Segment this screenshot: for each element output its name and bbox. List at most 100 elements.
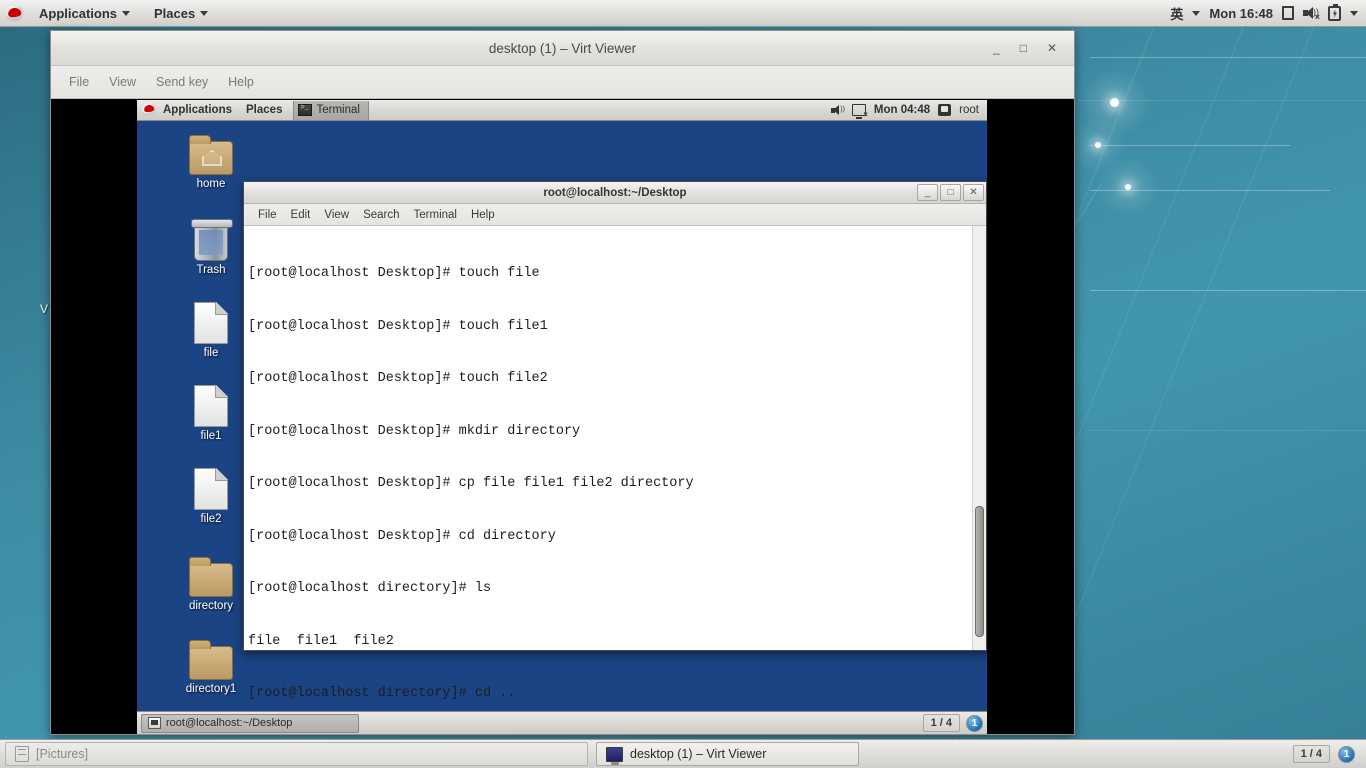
terminal-titlebar[interactable]: root@localhost:~/Desktop _ □ ✕ [244, 182, 986, 204]
terminal-output[interactable]: [root@localhost Desktop]# touch file [ro… [244, 226, 972, 701]
terminal-maximize-button[interactable]: □ [940, 184, 961, 201]
host-workspace-indicator[interactable]: 1 / 4 [1292, 745, 1330, 763]
wallpaper-dot [1110, 98, 1119, 107]
speaker-muted-icon[interactable]: )) × [1303, 6, 1320, 22]
battery-charging-icon[interactable] [1328, 3, 1341, 21]
document-icon [170, 299, 252, 344]
guest-clock[interactable]: Mon 04:48 [874, 104, 930, 116]
host-taskbar-item-virt-viewer-label: desktop (1) – Virt Viewer [630, 747, 767, 761]
host-clock[interactable]: Mon 16:48 [1209, 6, 1273, 21]
terminal-line: [root@localhost Desktop]# touch file2 [248, 371, 548, 386]
terminal-menubar: File Edit View Search Terminal Help [244, 204, 986, 226]
redhat-logo-icon [6, 4, 23, 22]
desktop-icon-file-label: file [203, 347, 219, 359]
terminal-line: [root@localhost Desktop]# cp file file1 … [248, 476, 694, 491]
host-taskbar-item-virt-viewer[interactable]: desktop (1) – Virt Viewer [596, 742, 859, 766]
note-icon[interactable] [1282, 6, 1294, 20]
terminal-menu-help[interactable]: Help [465, 207, 501, 223]
host-top-panel: Applications Places 英 Mon 16:48 )) × [0, 0, 1366, 27]
host-taskbar-item-pictures[interactable]: [Pictures] [5, 742, 588, 766]
desktop-icon-file1-label: file1 [200, 430, 222, 442]
terminal-line: [root@localhost directory]# ls [248, 581, 492, 596]
desktop-icon-file2[interactable]: file2 [170, 465, 252, 525]
terminal-menu-view[interactable]: View [318, 207, 355, 223]
guest-active-task-label: Terminal [316, 104, 360, 116]
guest-taskbar-item-label: root@localhost:~/Desktop [166, 717, 293, 729]
trash-icon [170, 216, 252, 261]
user-icon [938, 104, 952, 116]
terminal-title: root@localhost:~/Desktop [543, 186, 687, 199]
host-menu-places-label: Places [154, 5, 196, 21]
desktop-icon-directory[interactable]: directory [170, 552, 252, 612]
terminal-menu-search[interactable]: Search [357, 207, 405, 223]
document-icon [170, 382, 252, 427]
guest-taskbar: root@localhost:~/Desktop 1 / 4 1 [137, 711, 987, 734]
virt-menu-view[interactable]: View [101, 72, 144, 92]
guest-menu-places[interactable]: Places [239, 102, 289, 118]
desktop-icon-directory1[interactable]: directory1 [170, 635, 252, 695]
terminal-line: [root@localhost Desktop]# cd directory [248, 528, 556, 544]
folder-icon [170, 635, 252, 680]
wallpaper-dot [1095, 142, 1101, 148]
virt-viewer-window: desktop (1) – Virt Viewer _ □ ✕ File Vie… [50, 30, 1075, 735]
desktop-icon-home-label: home [196, 178, 226, 190]
desktop-icon-trash[interactable]: Trash [170, 216, 252, 276]
terminal-menu-terminal[interactable]: Terminal [408, 207, 463, 223]
desktop-icon-directory-label: directory [188, 600, 234, 612]
terminal-menu-file[interactable]: File [252, 207, 283, 223]
host-menu-applications-label: Applications [39, 5, 118, 21]
terminal-icon [298, 104, 313, 116]
desktop-icon-file1[interactable]: file1 [170, 382, 252, 442]
input-method-indicator[interactable]: 英 [1170, 4, 1183, 23]
terminal-minimize-button[interactable]: _ [917, 184, 938, 201]
caret-down-icon [122, 10, 131, 16]
virt-viewer-title: desktop (1) – Virt Viewer [488, 40, 637, 56]
terminal-line: [root@localhost Desktop]# mkdir director… [248, 423, 581, 439]
caret-down-icon [200, 10, 209, 16]
guest-viewport[interactable]: Applications Places Terminal )) × Mon 04… [137, 100, 987, 734]
virt-menu-send-key[interactable]: Send key [148, 72, 216, 92]
caret-down-icon[interactable] [1350, 10, 1358, 16]
host-menu-places[interactable]: Places [146, 3, 216, 24]
terminal-window: root@localhost:~/Desktop _ □ ✕ File Edit… [243, 181, 987, 701]
document-icon [170, 465, 252, 510]
caret-down-icon[interactable] [1192, 10, 1201, 16]
guest-workspace-indicator[interactable]: 1 / 4 [922, 714, 960, 732]
guest-top-panel: Applications Places Terminal )) × Mon 04… [137, 100, 987, 121]
host-menu-applications[interactable]: Applications [31, 3, 138, 24]
terminal-menu-edit[interactable]: Edit [285, 207, 317, 223]
virt-viewer-menubar: File View Send key Help [51, 66, 1074, 99]
host-panel-tray: 英 Mon 16:48 )) × [1170, 3, 1366, 23]
home-folder-icon [170, 130, 252, 175]
virt-menu-file[interactable]: File [61, 72, 97, 92]
desktop-icon-file[interactable]: file [170, 299, 252, 359]
virt-menu-help[interactable]: Help [220, 72, 262, 92]
terminal-body[interactable]: [root@localhost Desktop]# touch file [ro… [244, 226, 986, 701]
partial-desktop-icon-label: V [40, 302, 49, 316]
host-taskbar-item-pictures-label: [Pictures] [36, 747, 89, 761]
terminal-close-button[interactable]: ✕ [963, 184, 984, 201]
network-disconnected-icon[interactable]: × [851, 104, 868, 119]
terminal-scrollbar[interactable] [972, 226, 986, 650]
terminal-line: [root@localhost Desktop]# touch file1 [248, 318, 548, 334]
terminal-window-icon [148, 717, 161, 729]
speaker-icon[interactable]: )) [830, 104, 845, 116]
terminal-scrollbar-thumb[interactable] [975, 505, 984, 638]
guest-workspace-current[interactable]: 1 [966, 714, 983, 732]
guest-menu-applications[interactable]: Applications [156, 102, 239, 118]
terminal-line: [root@localhost directory]# cd .. [248, 686, 516, 701]
folder-icon [170, 552, 252, 597]
virt-viewer-titlebar[interactable]: desktop (1) – Virt Viewer _ □ ✕ [51, 31, 1074, 66]
monitor-icon [606, 746, 623, 765]
desktop-icon-file2-label: file2 [200, 513, 222, 525]
guest-user-label[interactable]: root [959, 104, 979, 116]
desktop-icon-trash-label: Trash [196, 264, 226, 276]
guest-active-task[interactable]: Terminal [293, 100, 369, 120]
desktop-icon-home[interactable]: home [170, 130, 252, 190]
host-workspace-current[interactable]: 1 [1338, 745, 1355, 763]
wallpaper-dot [1125, 184, 1131, 190]
host-taskbar: [Pictures] desktop (1) – Virt Viewer 1 /… [0, 739, 1366, 768]
redhat-logo-icon [142, 103, 156, 117]
guest-desktop: Applications Places Terminal )) × Mon 04… [137, 100, 987, 734]
guest-taskbar-item-terminal[interactable]: root@localhost:~/Desktop [141, 713, 359, 733]
